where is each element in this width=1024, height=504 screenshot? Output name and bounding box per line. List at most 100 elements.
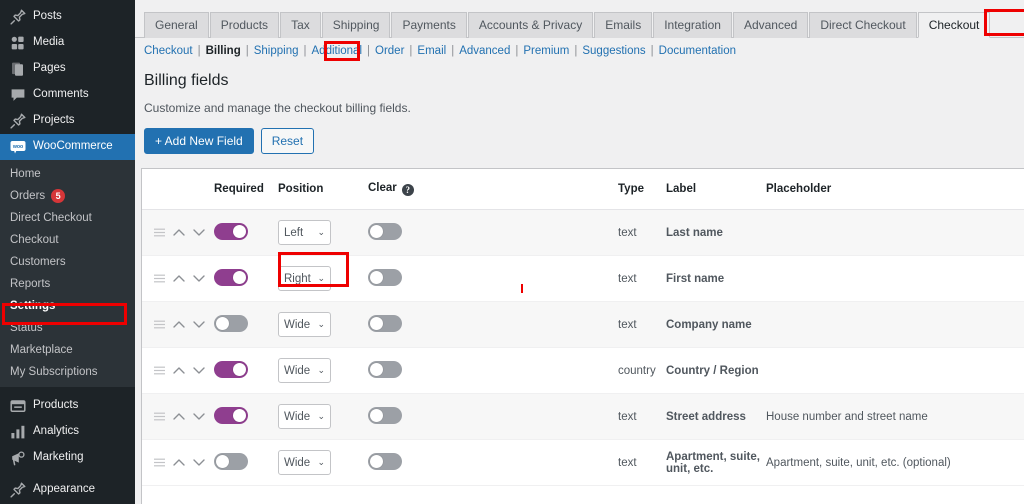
submenu-item-home[interactable]: Home	[0, 163, 135, 185]
move-down-icon[interactable]	[193, 320, 205, 329]
required-cell	[214, 209, 278, 256]
required-toggle[interactable]	[214, 360, 248, 378]
sidebar-item-comments[interactable]: Comments	[0, 82, 135, 108]
move-down-icon[interactable]	[193, 366, 205, 375]
tab-emails[interactable]: Emails	[594, 12, 653, 38]
help-icon[interactable]: ?	[401, 184, 414, 196]
clear-toggle[interactable]	[368, 406, 402, 424]
settings-tab-bar: General Products Tax Shipping Payments Accoun…	[135, 0, 1024, 38]
row-reorder-controls	[142, 439, 214, 486]
clear-toggle[interactable]	[368, 360, 402, 378]
tab-products[interactable]: Products	[209, 12, 280, 38]
sidebar-item-products[interactable]: Products	[0, 393, 135, 419]
clear-toggle[interactable]	[368, 268, 402, 286]
submenu-item-settings[interactable]: Settings	[0, 295, 135, 317]
submenu-item-label: Marketplace	[10, 344, 73, 356]
move-up-icon[interactable]	[173, 274, 185, 283]
drag-handle-icon[interactable]	[154, 320, 165, 329]
subnav-link-checkout[interactable]: Checkout	[144, 45, 193, 57]
sidebar-item-label: Pages	[33, 62, 66, 75]
submenu-item-orders[interactable]: Orders 5	[0, 185, 135, 207]
clear-toggle[interactable]	[368, 222, 402, 240]
drag-handle-icon[interactable]	[154, 274, 165, 283]
submenu-item-label: Orders	[10, 190, 46, 202]
column-header-type: Type	[618, 169, 666, 210]
chevron-down-icon: ⌄	[317, 365, 325, 375]
sidebar-item-pages[interactable]: Pages	[0, 56, 135, 82]
move-up-icon[interactable]	[173, 366, 185, 375]
position-select[interactable]: Wide ⌄	[278, 450, 331, 475]
tab-advanced[interactable]: Advanced	[732, 12, 809, 38]
tab-accounts-privacy[interactable]: Accounts & Privacy	[467, 12, 594, 38]
submenu-item-status[interactable]: Status	[0, 317, 135, 339]
sidebar-item-posts[interactable]: Posts	[0, 4, 135, 30]
submenu-item-direct-checkout[interactable]: Direct Checkout	[0, 207, 135, 229]
subnav-link-additional[interactable]: Additional	[312, 45, 363, 57]
sidebar-top-menu: Posts Media Pages Comments Projects	[0, 0, 135, 134]
submenu-item-marketplace[interactable]: Marketplace	[0, 339, 135, 361]
subnav-link-billing[interactable]: Billing	[206, 45, 241, 57]
submenu-item-label: Customers	[10, 256, 66, 268]
move-down-icon[interactable]	[193, 274, 205, 283]
drag-handle-icon[interactable]	[154, 228, 165, 237]
move-down-icon[interactable]	[193, 228, 205, 237]
move-up-icon[interactable]	[173, 320, 185, 329]
column-header-placeholder: Placeholder	[766, 169, 1024, 210]
required-toggle[interactable]	[214, 452, 248, 470]
column-header-handle	[142, 169, 214, 210]
tab-checkout[interactable]: Checkout	[917, 12, 991, 38]
move-down-icon[interactable]	[193, 458, 205, 467]
tab-tax[interactable]: Tax	[280, 12, 321, 38]
field-type: text	[618, 301, 666, 348]
position-select[interactable]: Left ⌄	[278, 220, 331, 245]
move-down-icon[interactable]	[193, 412, 205, 421]
submenu-item-reports[interactable]: Reports	[0, 273, 135, 295]
required-toggle[interactable]	[214, 268, 248, 286]
submenu-item-customers[interactable]: Customers	[0, 251, 135, 273]
subnav-link-order[interactable]: Order	[375, 45, 404, 57]
tab-integration[interactable]: Integration	[653, 12, 732, 38]
sidebar-item-marketing[interactable]: Marketing	[0, 445, 135, 471]
subnav-link-documentation[interactable]: Documentation	[659, 45, 736, 57]
pages-icon	[9, 61, 26, 78]
position-select[interactable]: Wide ⌄	[278, 358, 331, 383]
submenu-item-checkout[interactable]: Checkout	[0, 229, 135, 251]
subnav-link-premium[interactable]: Premium	[523, 45, 569, 57]
drag-handle-icon[interactable]	[154, 458, 165, 467]
add-new-field-button[interactable]: + Add New Field	[144, 128, 254, 154]
subnav-link-advanced[interactable]: Advanced	[459, 45, 510, 57]
field-type: text	[618, 209, 666, 256]
required-toggle[interactable]	[214, 314, 248, 332]
subnav-link-shipping[interactable]: Shipping	[254, 45, 299, 57]
position-select[interactable]: Wide ⌄	[278, 312, 331, 337]
move-up-icon[interactable]	[173, 228, 185, 237]
sidebar-item-appearance[interactable]: Appearance	[0, 477, 135, 503]
tab-general[interactable]: General	[144, 12, 209, 38]
sidebar-item-woocommerce[interactable]: woo WooCommerce	[0, 134, 135, 160]
admin-sidebar: Posts Media Pages Comments Projects woo WooC…	[0, 0, 135, 504]
tab-direct-checkout[interactable]: Direct Checkout	[809, 12, 917, 38]
reset-button[interactable]: Reset	[260, 128, 315, 154]
clear-toggle[interactable]	[368, 314, 402, 332]
subnav-separator: |	[197, 45, 201, 57]
tab-payments[interactable]: Payments	[391, 12, 467, 38]
submenu-item-my-subscriptions[interactable]: My Subscriptions	[0, 361, 135, 383]
clear-toggle[interactable]	[368, 452, 402, 470]
subnav-link-email[interactable]: Email	[417, 45, 446, 57]
svg-text:woo: woo	[11, 144, 22, 150]
move-up-icon[interactable]	[173, 458, 185, 467]
required-toggle[interactable]	[214, 222, 248, 240]
position-select[interactable]: Right ⌄	[278, 266, 331, 291]
position-cell: Wide ⌄	[278, 393, 368, 440]
sidebar-item-media[interactable]: Media	[0, 30, 135, 56]
position-select[interactable]: Wide ⌄	[278, 404, 331, 429]
drag-handle-icon[interactable]	[154, 412, 165, 421]
move-up-icon[interactable]	[173, 412, 185, 421]
subnav-link-suggestions[interactable]: Suggestions	[582, 45, 645, 57]
subnav-separator: |	[574, 45, 578, 57]
tab-shipping[interactable]: Shipping	[321, 12, 391, 38]
required-toggle[interactable]	[214, 406, 248, 424]
drag-handle-icon[interactable]	[154, 366, 165, 375]
sidebar-item-analytics[interactable]: Analytics	[0, 419, 135, 445]
sidebar-item-projects[interactable]: Projects	[0, 108, 135, 134]
